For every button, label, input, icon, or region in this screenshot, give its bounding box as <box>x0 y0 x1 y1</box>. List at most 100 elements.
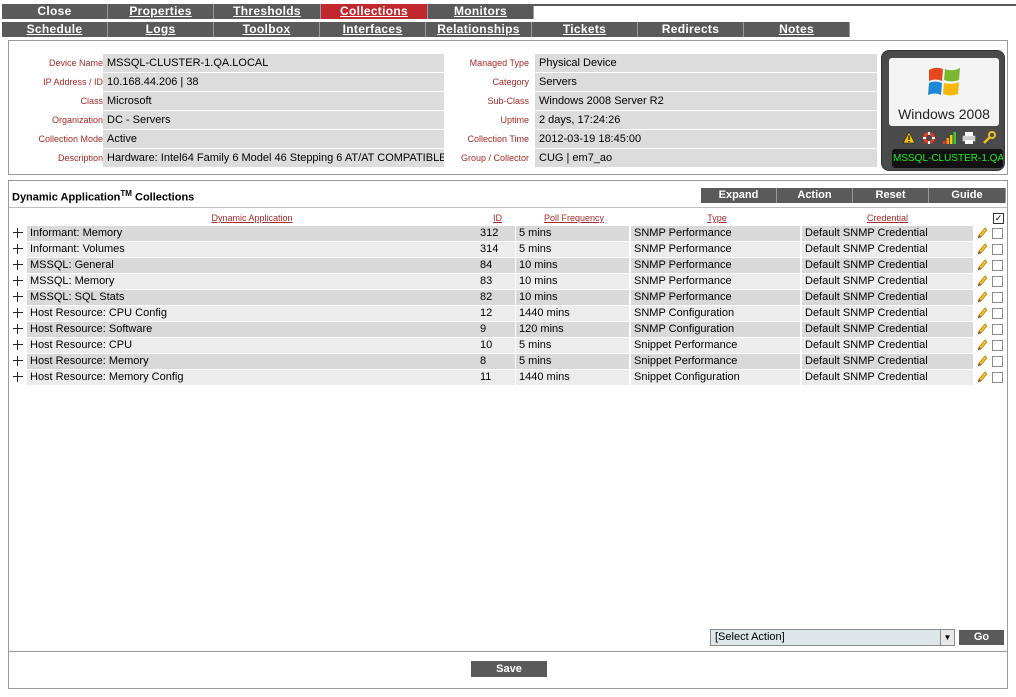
table-row[interactable]: Informant: Memory 312 5 mins SNMP Performan… <box>9 226 1009 241</box>
save-button[interactable]: Save <box>471 661 547 677</box>
col-id[interactable]: ID <box>477 212 518 225</box>
go-button[interactable]: Go <box>959 630 1004 645</box>
expand-plus-icon[interactable] <box>13 372 23 382</box>
cell-name: Host Resource: Memory <box>27 354 477 369</box>
expand-plus-icon[interactable] <box>13 228 23 238</box>
row-checkbox[interactable] <box>992 244 1003 255</box>
tab-schedule[interactable]: Schedule <box>2 22 108 37</box>
expand-plus-icon[interactable] <box>13 324 23 334</box>
expand-plus-icon[interactable] <box>13 244 23 254</box>
footer-panel: Save <box>8 652 1008 689</box>
organization-label: Organization <box>51 115 103 125</box>
tab-tickets[interactable]: Tickets <box>532 22 638 37</box>
table-row[interactable]: MSSQL: Memory 83 10 mins SNMP Performance De… <box>9 274 1009 289</box>
tab-redirects[interactable]: Redirects <box>638 22 744 37</box>
row-checkbox[interactable] <box>992 228 1003 239</box>
cell-freq: 10 mins <box>516 274 629 289</box>
tab-monitors[interactable]: Monitors <box>428 4 534 19</box>
cell-type: SNMP Performance <box>631 226 800 241</box>
tab-interfaces[interactable]: Interfaces <box>320 22 426 37</box>
row-checkbox[interactable] <box>992 292 1003 303</box>
row-checkbox[interactable] <box>992 260 1003 271</box>
cell-cred: Default SNMP Credential <box>802 306 973 321</box>
group-collector-label: Group / Collector <box>460 153 529 163</box>
expand-plus-icon[interactable] <box>13 308 23 318</box>
cell-cred: Default SNMP Credential <box>802 322 973 337</box>
select-action-dropdown[interactable]: [Select Action] ▼ <box>710 629 955 646</box>
table-row[interactable]: Host Resource: CPU Config 12 1440 mins SNMP… <box>9 306 1009 321</box>
cell-name: Host Resource: Software <box>27 322 477 337</box>
collection-mode-label: Collection Mode <box>38 134 103 144</box>
cell-id: 8 <box>477 354 515 369</box>
table-header: Dynamic Application ID Poll Frequency Ty… <box>9 212 1009 225</box>
table-row[interactable]: Host Resource: Memory 8 5 mins Snippet Perf… <box>9 354 1009 369</box>
lifebuoy-icon[interactable] <box>922 131 938 145</box>
select-all-checkbox[interactable]: ✓ <box>993 213 1004 224</box>
guide-button[interactable]: Guide <box>929 188 1006 203</box>
edit-pencil-icon[interactable] <box>976 371 988 384</box>
expand-plus-icon[interactable] <box>13 292 23 302</box>
row-checkbox[interactable] <box>992 372 1003 383</box>
cell-id: 83 <box>477 274 515 289</box>
row-checkbox[interactable] <box>992 308 1003 319</box>
tab-notes[interactable]: Notes <box>744 22 850 37</box>
table-row[interactable]: MSSQL: SQL Stats 82 10 mins SNMP Performanc… <box>9 290 1009 305</box>
collections-title-tm: TM <box>120 189 132 198</box>
col-dynamic-application[interactable]: Dynamic Application <box>27 212 477 225</box>
edit-pencil-icon[interactable] <box>976 259 988 272</box>
reset-button[interactable]: Reset <box>853 188 929 203</box>
table-row[interactable]: Host Resource: Software 9 120 mins SNMP Con… <box>9 322 1009 337</box>
expand-plus-icon[interactable] <box>13 276 23 286</box>
edit-pencil-icon[interactable] <box>976 227 988 240</box>
col-poll-frequency[interactable]: Poll Frequency <box>516 212 632 225</box>
chevron-down-icon[interactable]: ▼ <box>940 630 954 645</box>
expand-plus-icon[interactable] <box>13 260 23 270</box>
collections-header-divider <box>9 207 1007 208</box>
col-type[interactable]: Type <box>631 212 803 225</box>
tab-close[interactable]: Close <box>2 4 108 19</box>
cell-type: SNMP Performance <box>631 290 800 305</box>
description-value: Hardware: Intel64 Family 6 Model 46 Step… <box>103 149 444 167</box>
cell-cred: Default SNMP Credential <box>802 226 973 241</box>
row-checkbox[interactable] <box>992 276 1003 287</box>
expand-plus-icon[interactable] <box>13 356 23 366</box>
edit-pencil-icon[interactable] <box>976 291 988 304</box>
edit-pencil-icon[interactable] <box>976 323 988 336</box>
edit-pencil-icon[interactable] <box>976 275 988 288</box>
table-row[interactable]: Host Resource: Memory Config 11 1440 mins S… <box>9 370 1009 385</box>
expand-plus-icon[interactable] <box>13 340 23 350</box>
edit-pencil-icon[interactable] <box>976 243 988 256</box>
tab-relationships-label: Relationships <box>437 22 520 36</box>
expand-button[interactable]: Expand <box>701 188 777 203</box>
edit-pencil-icon[interactable] <box>976 339 988 352</box>
category-label: Category <box>492 77 529 87</box>
device-name-value: MSSQL-CLUSTER-1.QA.LOCAL <box>103 54 444 72</box>
table-row[interactable]: Informant: Volumes 314 5 mins SNMP Performa… <box>9 242 1009 257</box>
tab-thresholds[interactable]: Thresholds <box>214 4 321 19</box>
row-checkbox[interactable] <box>992 356 1003 367</box>
organization-value: DC - Servers <box>103 111 444 129</box>
cell-cred: Default SNMP Credential <box>802 290 973 305</box>
uptime-label: Uptime <box>500 115 529 125</box>
tab-logs[interactable]: Logs <box>108 22 214 37</box>
printer-icon[interactable] <box>962 131 978 145</box>
tab-collections[interactable]: Collections <box>321 4 428 19</box>
cell-freq: 5 mins <box>516 226 629 241</box>
col-credential[interactable]: Credential <box>802 212 973 225</box>
wrench-icon[interactable] <box>982 131 998 145</box>
table-row[interactable]: MSSQL: General 84 10 mins SNMP Performance D… <box>9 258 1009 273</box>
edit-pencil-icon[interactable] <box>976 355 988 368</box>
warning-icon[interactable] <box>902 131 918 145</box>
tab-relationships[interactable]: Relationships <box>426 22 532 37</box>
cell-id: 312 <box>477 226 515 241</box>
cell-name: MSSQL: General <box>27 258 477 273</box>
signal-bars-icon[interactable] <box>942 131 958 145</box>
row-checkbox[interactable] <box>992 324 1003 335</box>
tab-toolbox[interactable]: Toolbox <box>214 22 320 37</box>
tab-thresholds-label: Thresholds <box>233 4 301 18</box>
table-row[interactable]: Host Resource: CPU 10 5 mins Snippet Perfor… <box>9 338 1009 353</box>
action-button[interactable]: Action <box>777 188 853 203</box>
row-checkbox[interactable] <box>992 340 1003 351</box>
edit-pencil-icon[interactable] <box>976 307 988 320</box>
tab-properties[interactable]: Properties <box>108 4 214 19</box>
